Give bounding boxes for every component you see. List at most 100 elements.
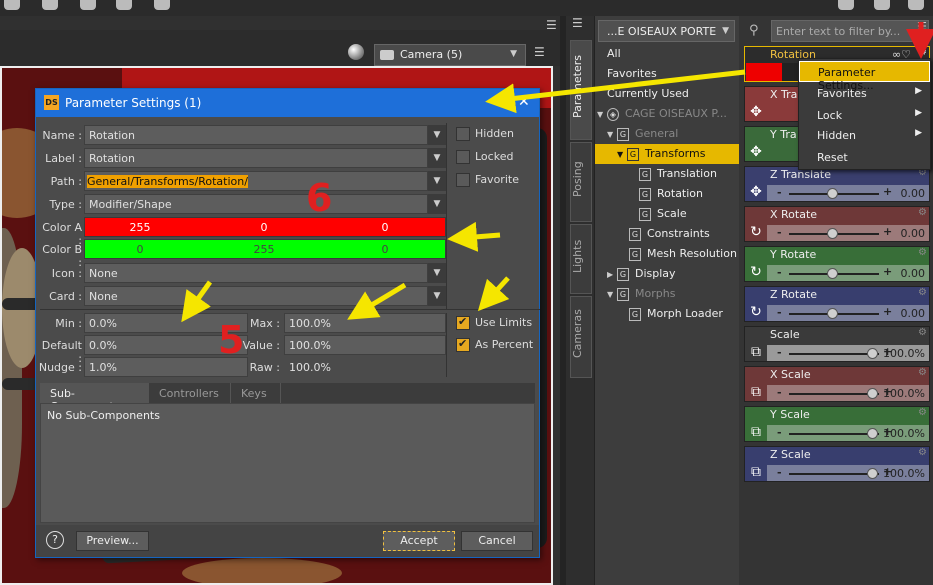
tree-item-all[interactable]: All [595,44,740,64]
hidden-checkbox[interactable] [456,127,470,141]
value-slider[interactable]: - + 0.00 [767,225,929,241]
toolbar-icon[interactable] [908,0,924,10]
param-card-x-scale[interactable]: X Scale ⚙ ⧉ - + 100.0% [744,366,930,402]
param-card-z-rotate[interactable]: Z Rotate ⚙ ↻ - + 0.00 [744,286,930,322]
param-card-z-scale[interactable]: Z Scale ⚙ ⧉ - + 100.0% [744,446,930,482]
gear-icon[interactable]: ⚙ [918,367,927,378]
minus-icon[interactable]: - [777,426,782,439]
label-field[interactable]: Rotation [84,148,428,168]
preview-button[interactable]: Preview... [76,531,149,551]
use-limits-checkbox[interactable] [456,315,470,330]
tree-item-favorites[interactable]: Favorites [595,64,740,84]
value-slider[interactable]: - + 0.00 [767,305,929,321]
tab-parameters[interactable]: Parameters [570,40,592,140]
minus-icon[interactable]: - [777,346,782,359]
tab-posing[interactable]: Posing [570,142,592,222]
plus-icon[interactable]: + [883,265,892,278]
figure-dropdown[interactable]: ...E OISEAUX PORTE ▼ [598,20,735,42]
gear-icon[interactable]: ⚙ [918,247,927,258]
tab-controllers[interactable]: Controllers [149,383,231,403]
card-field[interactable]: None [84,286,428,306]
panel-menu-icon[interactable]: ☰ [917,20,927,33]
slider-knob[interactable] [867,348,878,359]
camera-dropdown[interactable]: Camera (5) ▼ [374,44,526,66]
chevron-down-icon[interactable]: ▼ [428,263,446,283]
minus-icon[interactable]: - [777,386,782,399]
locked-checkbox[interactable] [456,150,470,164]
gear-icon[interactable]: ⚙ [918,287,927,298]
plus-icon[interactable]: + [883,305,892,318]
tree-item-constraints[interactable]: G Constraints [595,224,740,244]
render-style-icon[interactable] [348,44,364,60]
param-card-x-rotate[interactable]: X Rotate ⚙ ↻ - + 0.00 [744,206,930,242]
icon-field[interactable]: None [84,263,428,283]
gear-icon[interactable]: ⚙ [918,327,927,338]
chevron-down-icon[interactable]: ▼ [428,148,446,168]
tree-item-rotation[interactable]: G Rotation [595,184,740,204]
dialog-titlebar[interactable]: Parameter Settings (1) [36,89,539,117]
slider-knob[interactable] [867,388,878,399]
value-field[interactable]: 100.0% [284,335,446,355]
value-slider[interactable]: - + 0.00 [767,185,929,201]
chevron-down-icon[interactable]: ▼ [428,171,446,191]
menu-item-reset[interactable]: Reset [799,147,930,168]
tab-lights[interactable]: Lights [570,224,592,294]
gear-icon[interactable]: ⚙ [918,47,927,58]
color-a-swatch[interactable]: 255 0 0 [84,217,446,237]
minus-icon[interactable]: - [777,466,782,479]
minus-icon[interactable]: - [777,266,782,279]
param-card-y-rotate[interactable]: Y Rotate ⚙ ↻ - + 0.00 [744,246,930,282]
panel-menu-icon[interactable]: ☰ [546,18,557,32]
menu-item-hidden[interactable]: Hidden ▶ [799,125,930,146]
value-slider[interactable]: - + 100.0% [767,385,929,401]
plus-icon[interactable]: + [883,225,892,238]
tree-item-display[interactable]: ▶ G Display [595,264,740,284]
value-slider[interactable]: - + 0.00 [767,265,929,281]
menu-item-parameter-settings[interactable]: Parameter Settings... [799,61,930,92]
value-slider[interactable]: - + 100.0% [767,345,929,361]
slider-knob[interactable] [827,308,838,319]
toolbar-icon[interactable] [874,0,890,10]
slider-knob[interactable] [867,468,878,479]
help-button[interactable]: ? [46,531,68,551]
type-field[interactable]: Modifier/Shape [84,194,428,214]
tree-item-general[interactable]: ▼ G General [595,124,740,144]
chevron-down-icon[interactable]: ▼ [428,286,446,306]
tab-sub-components[interactable]: Sub-Components [40,383,149,413]
gear-icon[interactable]: ⚙ [918,447,927,458]
slider-knob[interactable] [827,268,838,279]
chevron-down-icon[interactable]: ▼ [428,194,446,214]
minus-icon[interactable]: - [777,306,782,319]
tree-item-mesh-resolution[interactable]: G Mesh Resolution [595,244,740,264]
slider-knob[interactable] [827,228,838,239]
param-card-y-scale[interactable]: Y Scale ⚙ ⧉ - + 100.0% [744,406,930,442]
minus-icon[interactable]: - [777,226,782,239]
gear-icon[interactable]: ⚙ [918,407,927,418]
toolbar-icon[interactable] [154,0,170,10]
chevron-down-icon[interactable]: ▼ [428,125,446,145]
toolbar-icon[interactable] [4,0,20,10]
toolbar-icon[interactable] [116,0,132,10]
viewport-menu-icon[interactable]: ☰ [534,46,548,58]
path-field[interactable]: General/Transforms/Rotation/ [84,171,428,191]
value-slider[interactable]: - + 100.0% [767,425,929,441]
as-percent-checkbox[interactable] [456,337,470,352]
tree-item-currently-used[interactable]: Currently Used [595,84,740,104]
name-field[interactable]: Rotation [84,125,428,145]
tree-item-translation[interactable]: G Translation [595,164,740,184]
tree-item-transforms[interactable]: ▼ G Transforms [595,144,740,164]
plus-icon[interactable]: + [883,185,892,198]
accept-button[interactable]: Accept [383,531,455,551]
color-b-swatch[interactable]: 0 255 0 [84,239,446,259]
panel-menu-icon[interactable]: ☰ [572,16,583,30]
slider-knob[interactable] [867,428,878,439]
favorite-checkbox[interactable] [456,173,470,187]
tree-item-morphs[interactable]: ▼ G Morphs [595,284,740,304]
menu-item-favorites[interactable]: Favorites ▶ [799,83,930,104]
tree-item-morph-loader[interactable]: G Morph Loader [595,304,740,324]
toolbar-icon[interactable] [838,0,854,10]
cancel-button[interactable]: Cancel [461,531,533,551]
gear-icon[interactable]: ⚙ [918,207,927,218]
close-icon[interactable]: ✕ [518,94,530,110]
menu-item-lock[interactable]: Lock ▶ [799,105,930,126]
